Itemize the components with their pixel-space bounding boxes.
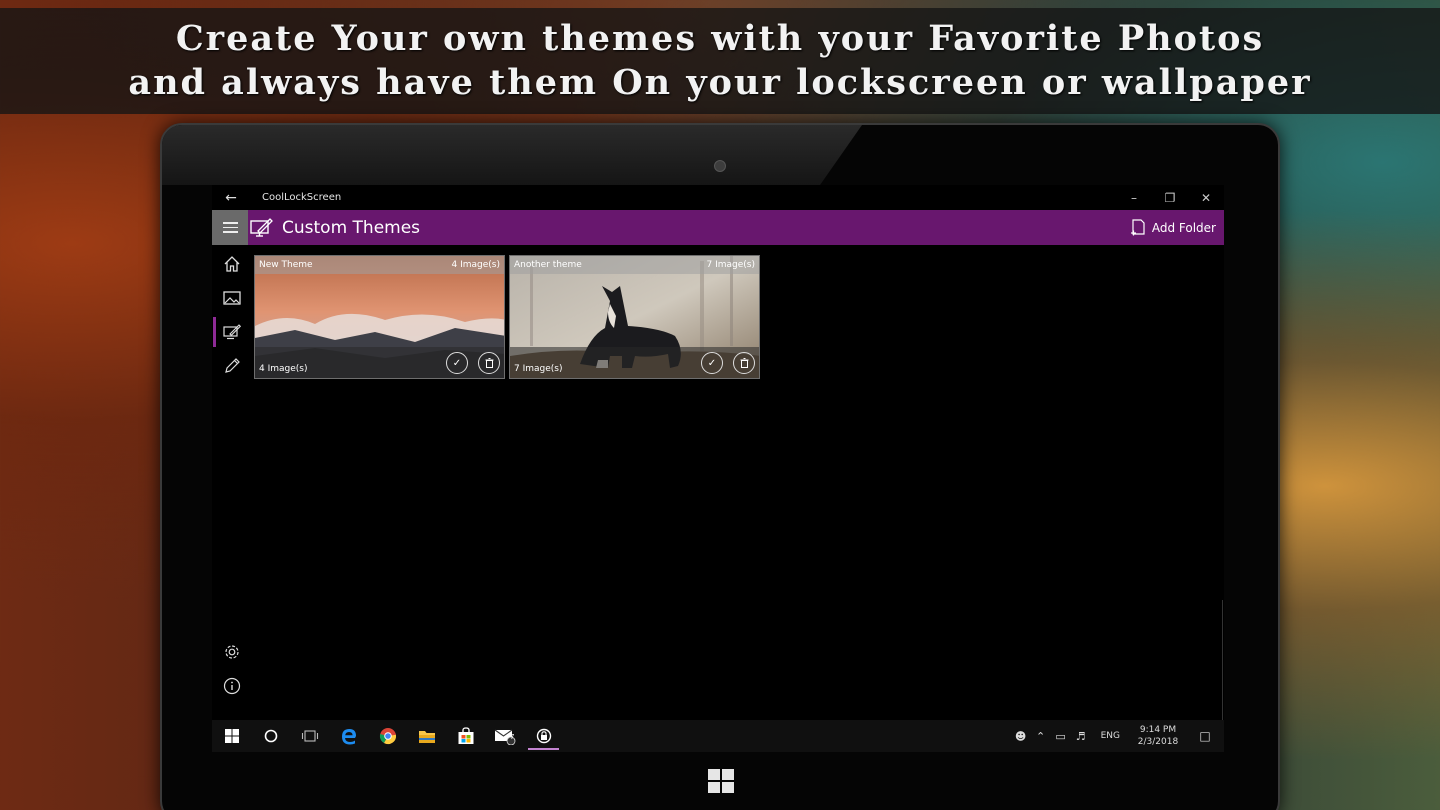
trash-icon [740,358,748,368]
tablet-device: ← CoolLockScreen – ❐ ✕ Custom Themes Add… [160,123,1280,810]
task-view-button[interactable] [290,720,329,752]
edge-icon [341,729,356,745]
pencil-icon [225,358,240,373]
mail-button[interactable]: 7 [485,720,524,752]
folder-icon [418,730,435,743]
volume-icon[interactable]: ♬ [1071,730,1091,743]
custom-themes-icon [223,324,241,340]
hamburger-menu-icon[interactable] [212,210,248,245]
add-folder-label: Add Folder [1151,220,1216,235]
theme-name: Another theme [514,260,582,270]
system-tray: ☻ ⌃ ▭ ♬ ENG 9:14 PM 2/3/2018 □ [1011,720,1224,752]
sidebar-item-settings[interactable] [212,635,252,669]
back-arrow-icon[interactable]: ← [212,190,250,206]
home-icon [224,256,240,272]
edge-browser-button[interactable] [329,720,368,752]
store-bag-icon [458,727,473,744]
tablet-gloss [162,125,862,185]
theme-card-header: New Theme 4 Image(s) [255,256,504,274]
sidebar-item-custom-themes[interactable] [212,315,252,349]
settings-icon [225,645,239,659]
trash-icon [485,358,493,368]
minimize-icon[interactable]: – [1116,191,1152,205]
title-bar: ← CoolLockScreen – ❐ ✕ [212,185,1224,210]
action-center-icon[interactable]: □ [1186,729,1224,743]
app-screen: ← CoolLockScreen – ❐ ✕ Custom Themes Add… [212,185,1224,752]
headline-line-1: Create Your own themes with your Favorit… [175,18,1265,59]
header-bar: Custom Themes Add Folder [212,210,1224,245]
cortana-button[interactable] [251,720,290,752]
close-icon[interactable]: ✕ [1188,191,1224,205]
apply-theme-button[interactable]: ✓ [446,352,468,374]
theme-image-count: 7 Image(s) [706,260,756,270]
sidebar-item-edit[interactable] [212,349,252,383]
sidebar [212,245,252,720]
delete-theme-button[interactable] [478,352,500,374]
clock-date: 2/3/2018 [1137,737,1179,747]
window-title: CoolLockScreen [262,192,342,203]
add-folder-button[interactable]: Add Folder [1130,219,1216,236]
delete-theme-button[interactable] [733,352,755,374]
mail-badge: 7 [510,733,515,741]
clock-time: 9:14 PM [1139,725,1177,735]
chrome-browser-button[interactable] [368,720,407,752]
chevron-up-icon[interactable]: ⌃ [1031,730,1051,743]
task-view-icon [301,730,318,742]
app-lock-icon [536,728,551,744]
tablet-windows-button[interactable] [708,769,736,795]
sidebar-item-images[interactable] [212,281,252,315]
sidebar-item-home[interactable] [212,247,252,281]
restore-icon[interactable]: ❐ [1152,191,1188,205]
file-explorer-button[interactable] [407,720,446,752]
check-icon: ✓ [707,357,717,369]
custom-themes-header-icon [250,217,273,237]
info-icon [223,677,241,695]
headline-line-2: and always have them On your lockscreen … [128,62,1312,103]
theme-image-count: 4 Image(s) [451,260,501,270]
network-icon[interactable]: ▭ [1051,730,1071,743]
headline-banner: Create Your own themes with your Favorit… [0,8,1440,114]
camera-icon [714,160,726,172]
theme-image-count-footer: 7 Image(s) [514,364,563,374]
theme-card-another-theme[interactable]: Another theme 7 Image(s) 7 Image(s) ✓ [509,255,760,379]
sidebar-item-info[interactable] [212,669,252,703]
taskbar: 7 ☻ ⌃ ▭ ♬ ENG 9:14 PM 2/3/2018 □ [212,720,1224,752]
theme-name: New Theme [259,260,313,270]
people-icon[interactable]: ☻ [1011,730,1031,743]
clock[interactable]: 9:14 PM 2/3/2018 [1130,724,1186,748]
windows-start-icon [224,729,239,743]
apply-theme-button[interactable]: ✓ [701,352,723,374]
coollockscreen-taskbar-button[interactable] [524,720,563,752]
add-folder-icon [1130,219,1145,236]
chrome-icon [379,728,396,745]
check-icon: ✓ [452,357,462,369]
start-button[interactable] [212,720,251,752]
store-button[interactable] [446,720,485,752]
window-controls: – ❐ ✕ [1116,191,1224,205]
theme-card-header: Another theme 7 Image(s) [510,256,759,274]
scrollbar[interactable] [1222,600,1223,720]
image-icon [223,291,241,305]
language-indicator[interactable]: ENG [1101,731,1120,741]
theme-image-count-footer: 4 Image(s) [259,364,308,374]
page-title: Custom Themes [282,217,421,238]
cortana-circle-icon [264,729,277,743]
theme-card-new-theme[interactable]: New Theme 4 Image(s) 4 Image(s) ✓ [254,255,505,379]
